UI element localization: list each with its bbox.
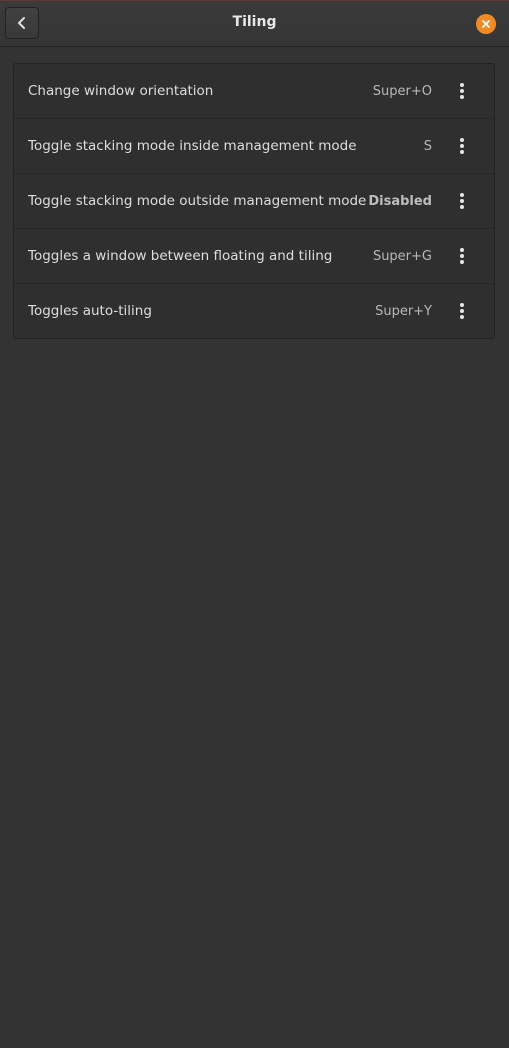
row-menu-button[interactable] xyxy=(450,131,474,161)
shortcut-keys: Super+G xyxy=(372,248,432,264)
more-vertical-icon xyxy=(459,137,465,155)
more-vertical-icon xyxy=(459,192,465,210)
shortcut-row-floating-tiling[interactable]: Toggles a window between floating and ti… xyxy=(14,229,494,284)
shortcut-row-change-orientation[interactable]: Change window orientation Super+O xyxy=(14,64,494,119)
row-menu-button[interactable] xyxy=(450,76,474,106)
shortcut-row-stacking-outside[interactable]: Toggle stacking mode outside management … xyxy=(14,174,494,229)
shortcut-row-auto-tiling[interactable]: Toggles auto-tiling Super+Y xyxy=(14,284,494,338)
row-menu-button[interactable] xyxy=(450,186,474,216)
shortcut-label: Toggles a window between floating and ti… xyxy=(28,248,333,264)
more-vertical-icon xyxy=(459,302,465,320)
shortcut-label: Change window orientation xyxy=(28,83,214,99)
page-title: Tiling xyxy=(232,14,277,30)
close-icon xyxy=(481,19,491,29)
close-button[interactable] xyxy=(476,14,496,34)
shortcut-label: Toggle stacking mode outside management … xyxy=(28,193,367,209)
more-vertical-icon xyxy=(459,82,465,100)
more-vertical-icon xyxy=(459,247,465,265)
settings-window: Tiling Change window orientation Super+O… xyxy=(0,0,509,1048)
header-bar: Tiling xyxy=(0,1,509,47)
shortcut-keys: S xyxy=(423,138,432,154)
shortcut-list: Change window orientation Super+O Toggle… xyxy=(13,63,495,339)
shortcut-keys: Super+O xyxy=(372,83,432,99)
row-menu-button[interactable] xyxy=(450,296,474,326)
row-menu-button[interactable] xyxy=(450,241,474,271)
shortcut-label: Toggles auto-tiling xyxy=(28,303,152,319)
shortcut-keys: Super+Y xyxy=(375,303,432,319)
shortcut-keys: Disabled xyxy=(368,193,432,209)
shortcut-label: Toggle stacking mode inside management m… xyxy=(28,138,357,154)
shortcut-row-stacking-inside[interactable]: Toggle stacking mode inside management m… xyxy=(14,119,494,174)
